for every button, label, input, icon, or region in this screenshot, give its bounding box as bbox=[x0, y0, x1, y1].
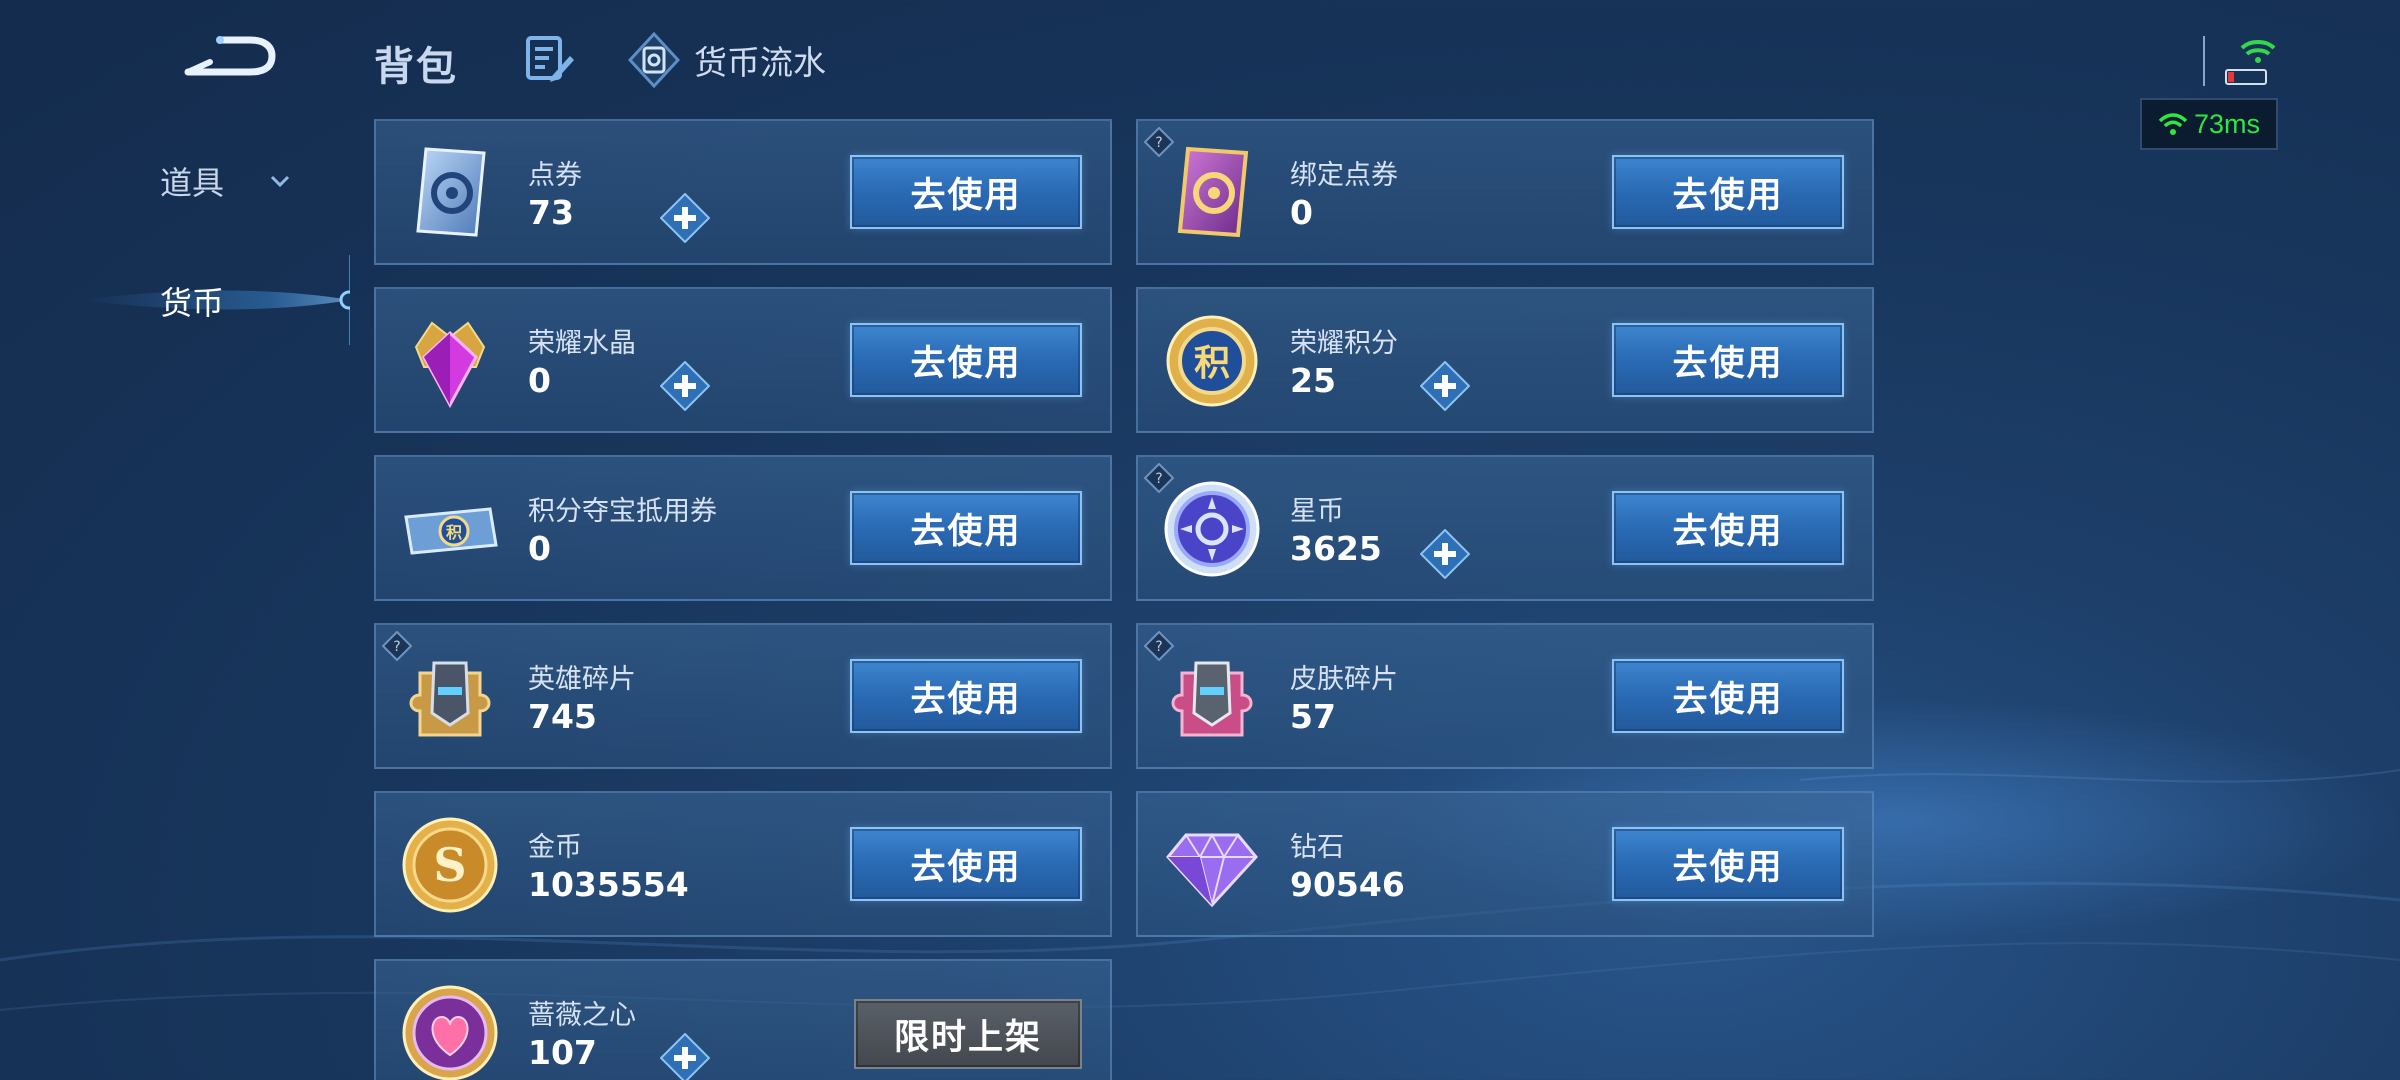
currency-value: 3625 bbox=[1290, 529, 1382, 568]
currency-value: 0 bbox=[528, 361, 551, 400]
use-button[interactable]: 去使用 bbox=[1612, 827, 1844, 901]
add-plus-button[interactable] bbox=[660, 1033, 710, 1080]
edit-icon[interactable] bbox=[524, 34, 576, 84]
currency-card-star-coin: ? 星币 3625 去使用 bbox=[1136, 455, 1874, 601]
voucher-icon: 积 bbox=[404, 507, 498, 555]
sidebar-item-currency[interactable]: 货币 bbox=[160, 278, 224, 324]
currency-name: 钻石 bbox=[1290, 832, 1344, 863]
svg-text:S: S bbox=[433, 838, 466, 892]
bound-ticket-icon bbox=[1177, 146, 1249, 238]
sidebar-item-label: 道具 bbox=[160, 164, 225, 202]
use-button[interactable]: 去使用 bbox=[850, 827, 1082, 901]
ticket-icon bbox=[416, 147, 486, 237]
currency-card-gold-coin: S 金币 1035554 去使用 bbox=[374, 791, 1112, 937]
rose-heart-icon bbox=[402, 985, 498, 1080]
use-button[interactable]: 去使用 bbox=[1612, 155, 1844, 229]
chevron-down-icon bbox=[270, 175, 290, 188]
currency-card-hero-shard: ? 英雄碎片 745 去使用 bbox=[374, 623, 1112, 769]
currency-value: 0 bbox=[528, 529, 551, 568]
use-button[interactable]: 去使用 bbox=[850, 659, 1082, 733]
use-button[interactable]: 去使用 bbox=[1612, 491, 1844, 565]
currency-card-diamond: 钻石 90546 去使用 bbox=[1136, 791, 1874, 937]
currency-card-honor-points: 积 荣耀积分 25 去使用 bbox=[1136, 287, 1874, 433]
currency-name: 积分夺宝抵用券 bbox=[528, 496, 717, 527]
wifi-icon bbox=[2158, 113, 2188, 135]
currency-flow-icon bbox=[628, 32, 680, 88]
currency-name: 金币 bbox=[528, 832, 582, 863]
currency-value: 90546 bbox=[1290, 865, 1405, 904]
currency-name: 皮肤碎片 bbox=[1290, 664, 1398, 695]
use-button[interactable]: 去使用 bbox=[850, 155, 1082, 229]
add-plus-button[interactable] bbox=[660, 193, 710, 243]
currency-flow-button[interactable]: 货币流水 bbox=[628, 32, 826, 88]
add-plus-button[interactable] bbox=[1420, 529, 1470, 579]
use-button[interactable]: 去使用 bbox=[1612, 323, 1844, 397]
currency-card-bound-ticket: ? 绑定点券 0 去使用 bbox=[1136, 119, 1874, 265]
sidebar-item-label: 货币 bbox=[160, 284, 225, 322]
add-plus-button[interactable] bbox=[1420, 361, 1470, 411]
currency-card-voucher: 积 积分夺宝抵用券 0 去使用 bbox=[374, 455, 1112, 601]
diamond-icon bbox=[1166, 832, 1258, 908]
use-button[interactable]: 去使用 bbox=[850, 491, 1082, 565]
currency-card-rose-heart: 蔷薇之心 107 限时上架 bbox=[374, 959, 1112, 1080]
sidebar-item-props[interactable]: 道具 bbox=[160, 158, 292, 204]
currency-value: 73 bbox=[528, 193, 574, 232]
star-coin-icon bbox=[1164, 481, 1260, 577]
currency-name: 绑定点券 bbox=[1290, 160, 1398, 191]
currency-name: 点券 bbox=[528, 160, 582, 191]
currency-card-ticket: 点券 73 去使用 bbox=[374, 119, 1112, 265]
currency-value: 0 bbox=[1290, 193, 1313, 232]
page-title: 背包 bbox=[374, 44, 458, 90]
limited-time-button[interactable]: 限时上架 bbox=[854, 999, 1082, 1069]
back-button[interactable] bbox=[180, 28, 280, 88]
gold-coin-icon: S bbox=[402, 817, 498, 913]
currency-value: 57 bbox=[1290, 697, 1336, 736]
currency-flow-label: 货币流水 bbox=[694, 43, 826, 82]
currency-name: 英雄碎片 bbox=[528, 664, 636, 695]
use-button[interactable]: 去使用 bbox=[1612, 659, 1844, 733]
currency-card-skin-shard: ? 皮肤碎片 57 去使用 bbox=[1136, 623, 1874, 769]
skin-shard-icon bbox=[1171, 661, 1253, 737]
currency-name: 荣耀积分 bbox=[1290, 328, 1398, 359]
add-plus-button[interactable] bbox=[660, 361, 710, 411]
svg-text:积: 积 bbox=[1194, 343, 1230, 384]
currency-name: 蔷薇之心 bbox=[528, 1000, 636, 1031]
currency-value: 107 bbox=[528, 1033, 597, 1072]
network-latency-badge: 73ms bbox=[2140, 98, 2278, 150]
crystal-icon bbox=[414, 321, 486, 409]
hero-shard-icon bbox=[409, 661, 491, 737]
svg-text:积: 积 bbox=[446, 523, 462, 542]
currency-value: 745 bbox=[528, 697, 597, 736]
currency-value: 1035554 bbox=[528, 865, 689, 904]
currency-card-crystal: 荣耀水晶 0 去使用 bbox=[374, 287, 1112, 433]
currency-value: 25 bbox=[1290, 361, 1336, 400]
use-button[interactable]: 去使用 bbox=[850, 323, 1082, 397]
honor-points-icon: 积 bbox=[1166, 315, 1258, 407]
latency-value: 73ms bbox=[2193, 108, 2261, 139]
currency-name: 星币 bbox=[1290, 496, 1344, 527]
currency-name: 荣耀水晶 bbox=[528, 328, 636, 359]
